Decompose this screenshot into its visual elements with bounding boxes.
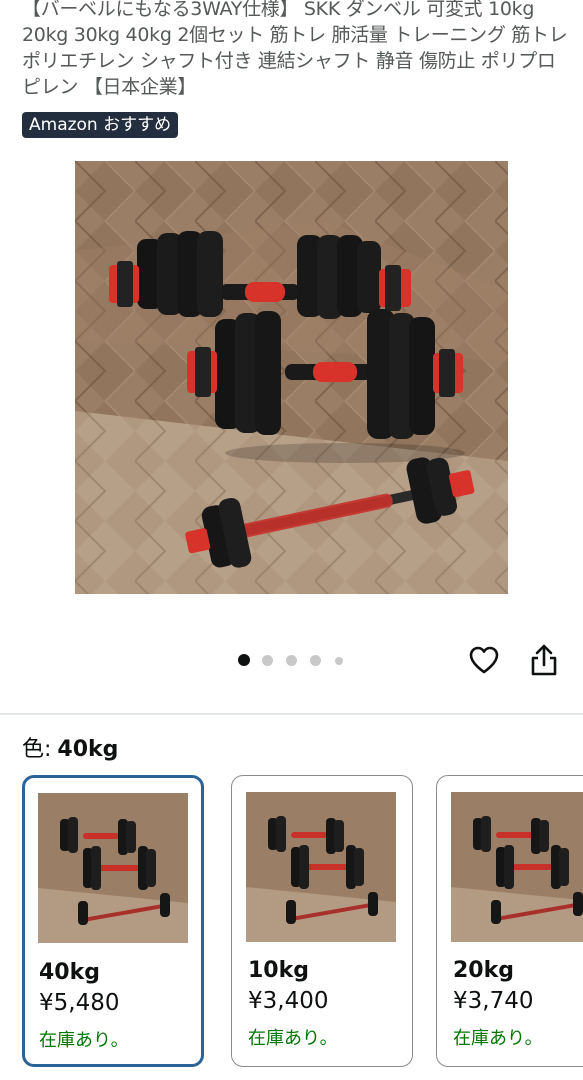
swatch-name: 40kg bbox=[39, 960, 100, 985]
section-divider bbox=[0, 713, 583, 715]
swatch-name: 10kg bbox=[248, 958, 309, 983]
variation-label: 色: 40kg bbox=[22, 735, 118, 765]
variation-swatch-20kg[interactable]: 20kg ¥3,740 在庫あり。 bbox=[436, 775, 583, 1067]
dumbbell-photo bbox=[75, 161, 508, 594]
swatch-price: ¥3,400 bbox=[248, 988, 329, 1014]
swatch-stock-status: 在庫あり。 bbox=[248, 1028, 338, 1049]
pager-dot-1[interactable] bbox=[238, 654, 250, 666]
share-icon[interactable] bbox=[529, 643, 559, 677]
swatch-price: ¥5,480 bbox=[39, 990, 120, 1016]
product-page: 【バーベルにもなる3WAY仕様】 SKK ダンベル 可変式 10kg 20kg … bbox=[0, 0, 583, 1080]
pager-dot-2[interactable] bbox=[262, 655, 273, 666]
swatch-thumbnail bbox=[246, 792, 396, 942]
variation-selected-value: 40kg bbox=[57, 737, 119, 762]
product-main-image[interactable] bbox=[75, 161, 508, 594]
swatch-stock-status: 在庫あり。 bbox=[39, 1030, 129, 1051]
variation-swatch-10kg[interactable]: 10kg ¥3,400 在庫あり。 bbox=[231, 775, 413, 1067]
product-title: 【バーベルにもなる3WAY仕様】 SKK ダンベル 可変式 10kg 20kg … bbox=[22, 0, 568, 98]
heart-icon[interactable] bbox=[468, 644, 500, 676]
variation-key: 色: bbox=[22, 737, 52, 762]
pager-dot-4[interactable] bbox=[310, 655, 321, 666]
swatch-thumbnail bbox=[38, 793, 188, 943]
swatch-thumbnail bbox=[451, 792, 583, 942]
swatch-price: ¥3,740 bbox=[453, 988, 534, 1014]
pager-dot-3[interactable] bbox=[286, 655, 297, 666]
pager-dot-5[interactable] bbox=[335, 657, 343, 665]
variation-swatch-40kg[interactable]: 40kg ¥5,480 在庫あり。 bbox=[22, 775, 204, 1067]
swatch-stock-status: 在庫あり。 bbox=[453, 1028, 543, 1049]
amazon-recommends-badge[interactable]: Amazon おすすめ bbox=[22, 112, 179, 138]
swatch-name: 20kg bbox=[453, 958, 514, 983]
